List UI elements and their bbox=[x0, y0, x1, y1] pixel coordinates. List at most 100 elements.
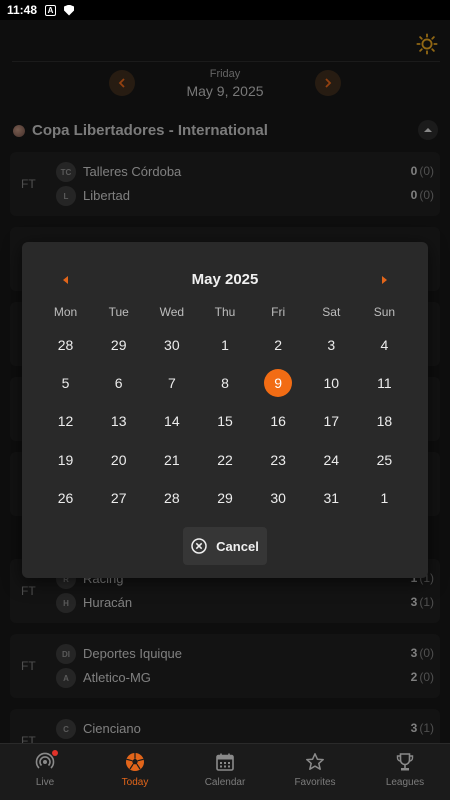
calendar-day-number: 1 bbox=[380, 489, 389, 506]
calendar-day-number: 24 bbox=[323, 451, 340, 468]
calendar-day-number: 13 bbox=[110, 413, 127, 430]
calendar-day-number: 14 bbox=[164, 413, 180, 430]
calendar-day-number: 28 bbox=[57, 337, 74, 354]
calendar-day[interactable]: 2 bbox=[252, 326, 305, 364]
calendar-day[interactable]: 23 bbox=[252, 441, 305, 479]
date-picker-dialog: May 2025 Mon Tue Wed Thu Fri Sat Sun 28 2… bbox=[22, 242, 428, 578]
calendar-day[interactable]: 9 bbox=[252, 364, 305, 402]
live-indicator-dot bbox=[52, 750, 58, 756]
calendar-day-number: 30 bbox=[164, 337, 180, 354]
calendar-day-number: 7 bbox=[167, 375, 176, 392]
calendar-day[interactable]: 28 bbox=[145, 479, 198, 517]
calendar-day-number: 6 bbox=[114, 375, 123, 392]
calendar-day[interactable]: 22 bbox=[198, 441, 251, 479]
calendar-day[interactable]: 26 bbox=[39, 479, 92, 517]
star-icon bbox=[306, 753, 324, 770]
month-title: May 2025 bbox=[191, 271, 259, 288]
next-month-button[interactable] bbox=[374, 270, 394, 290]
shield-icon bbox=[64, 4, 75, 16]
calendar-day-number: 25 bbox=[376, 451, 393, 468]
cancel-label: Cancel bbox=[216, 538, 259, 554]
weekday-label: Wed bbox=[159, 305, 185, 319]
cancel-button[interactable]: Cancel bbox=[183, 527, 267, 565]
calendar-day[interactable]: 20 bbox=[92, 441, 145, 479]
calendar-day[interactable]: 8 bbox=[198, 364, 251, 402]
calendar-day[interactable]: 28 bbox=[39, 326, 92, 364]
calendar-day[interactable]: 1 bbox=[198, 326, 251, 364]
calendar-day[interactable]: 31 bbox=[305, 479, 358, 517]
app-root: 11:48 A Friday May 9, 2025 Copa Libertad bbox=[0, 0, 450, 800]
calendar-day-number: 20 bbox=[110, 451, 127, 468]
calendar-day-number: 23 bbox=[270, 451, 286, 468]
weekday-label: Mon bbox=[53, 305, 78, 319]
weekday-label: Tue bbox=[108, 305, 129, 319]
nav-live[interactable]: Live bbox=[0, 744, 90, 800]
nav-favorites[interactable]: Favorites bbox=[270, 744, 360, 800]
weekday-label: Sun bbox=[373, 305, 396, 319]
calendar-day-number: 16 bbox=[270, 413, 286, 430]
calendar-day-number: 29 bbox=[110, 337, 127, 354]
calendar-day[interactable]: 12 bbox=[39, 402, 92, 440]
calendar-day-number: 28 bbox=[164, 489, 180, 506]
calendar-day[interactable]: 15 bbox=[198, 402, 251, 440]
calendar-day[interactable]: 7 bbox=[145, 364, 198, 402]
calendar-day[interactable]: 13 bbox=[92, 402, 145, 440]
calendar-day[interactable]: 19 bbox=[39, 441, 92, 479]
calendar-day[interactable]: 25 bbox=[358, 441, 411, 479]
calendar-day-number: 3 bbox=[327, 337, 336, 354]
calendar-day[interactable]: 27 bbox=[92, 479, 145, 517]
calendar-day[interactable]: 4 bbox=[358, 326, 411, 364]
calendar-day[interactable]: 29 bbox=[92, 326, 145, 364]
nav-leagues[interactable]: Leagues bbox=[360, 744, 450, 800]
calendar-day[interactable]: 17 bbox=[305, 402, 358, 440]
weekday-header: Mon Tue Wed Thu Fri Sat Sun bbox=[39, 305, 411, 321]
calendar-day[interactable]: 29 bbox=[198, 479, 251, 517]
trophy-icon bbox=[396, 753, 414, 771]
calendar-day[interactable]: 3 bbox=[305, 326, 358, 364]
calendar-day[interactable]: 14 bbox=[145, 402, 198, 440]
calendar-day-number: 12 bbox=[57, 413, 74, 430]
calendar-day-number: 2 bbox=[274, 337, 283, 354]
calendar-day-number: 21 bbox=[164, 451, 180, 468]
calendar-day[interactable]: 6 bbox=[92, 364, 145, 402]
calendar-day-number: 26 bbox=[57, 489, 74, 506]
status-bar: 11:48 A bbox=[0, 0, 450, 20]
calendar-day-number: 9 bbox=[264, 369, 293, 398]
calendar-day[interactable]: 24 bbox=[305, 441, 358, 479]
calendar-day-number: 11 bbox=[377, 375, 392, 392]
calendar-day[interactable]: 30 bbox=[252, 479, 305, 517]
calendar-day[interactable]: 1 bbox=[358, 479, 411, 517]
calendar-day-number: 17 bbox=[323, 413, 340, 430]
calendar-day-number: 10 bbox=[323, 375, 340, 392]
calendar-icon bbox=[216, 753, 234, 771]
bottom-navigation: Live Today Calendar Favorites Leagues bbox=[0, 743, 450, 800]
nav-label: Leagues bbox=[385, 777, 425, 788]
calendar-day[interactable]: 11 bbox=[358, 364, 411, 402]
notification-a-icon: A bbox=[45, 4, 57, 16]
calendar-day-number: 5 bbox=[61, 375, 70, 392]
nav-today[interactable]: Today bbox=[90, 744, 180, 800]
nav-label: Today bbox=[121, 777, 149, 788]
calendar-day[interactable]: 18 bbox=[358, 402, 411, 440]
nav-label: Favorites bbox=[294, 777, 336, 788]
nav-label: Live bbox=[35, 777, 55, 788]
calendar-day[interactable]: 30 bbox=[145, 326, 198, 364]
calendar-day-number: 27 bbox=[110, 489, 127, 506]
weekday-label: Fri bbox=[271, 305, 286, 319]
calendar-day-number: 31 bbox=[323, 489, 340, 506]
calendar-day-number: 29 bbox=[217, 489, 233, 506]
calendar-day[interactable]: 21 bbox=[145, 441, 198, 479]
calendar-day[interactable]: 16 bbox=[252, 402, 305, 440]
nav-calendar[interactable]: Calendar bbox=[180, 744, 270, 800]
calendar-day[interactable]: 5 bbox=[39, 364, 92, 402]
calendar-day-number: 1 bbox=[221, 337, 229, 354]
calendar-day-number: 4 bbox=[380, 337, 389, 354]
days-grid: 28 29 30 1 2 3 4 5 6 7 8 9 10 11 12 13 14 15 16 17 18 19 20 21 2… bbox=[39, 326, 411, 517]
calendar-day-number: 18 bbox=[376, 413, 393, 430]
calendar-day-number: 15 bbox=[217, 413, 233, 430]
caret-right-icon bbox=[382, 276, 387, 284]
soccer-ball-icon bbox=[126, 753, 144, 771]
weekday-label: Thu bbox=[214, 305, 236, 319]
calendar-day[interactable]: 10 bbox=[305, 364, 358, 402]
nav-label: Calendar bbox=[204, 777, 246, 788]
